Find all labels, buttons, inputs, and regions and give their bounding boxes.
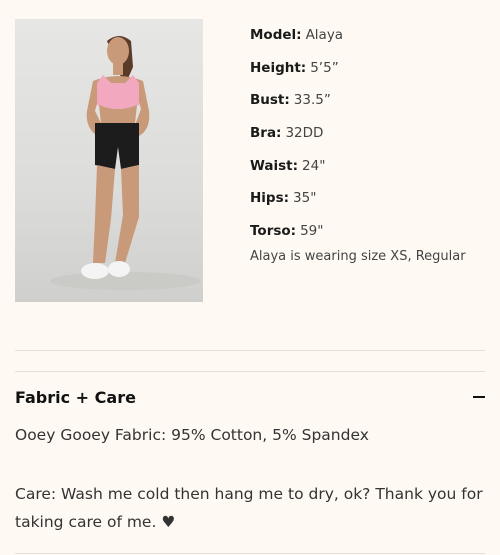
- divider: [15, 553, 485, 554]
- measurement-value: 24": [302, 157, 326, 174]
- measurement-label: Hips:: [250, 190, 290, 207]
- measurement-value: 59": [300, 222, 324, 239]
- measurement-value: 33.5”: [293, 92, 331, 109]
- measurement-label: Bust:: [250, 92, 290, 109]
- measurement-value: 5’5”: [310, 59, 339, 76]
- divider: [15, 371, 485, 372]
- fabric-care-title: Fabric + Care: [15, 387, 136, 407]
- minus-icon[interactable]: [473, 391, 485, 403]
- measurement-bust: Bust: 33.5”: [250, 84, 490, 117]
- measurement-label: Waist:: [250, 157, 299, 174]
- fabric-care-accordion-header[interactable]: Fabric + Care: [15, 383, 485, 411]
- measurement-hips: Hips: 35": [250, 182, 490, 215]
- measurement-height: Height: 5’5”: [250, 52, 490, 85]
- measurement-label: Bra:: [250, 125, 282, 142]
- model-photo: [15, 19, 203, 302]
- measurement-torso: Torso: 59": [250, 215, 490, 248]
- measurement-value: 35": [293, 190, 317, 207]
- divider: [15, 350, 485, 351]
- care-instructions: Care: Wash me cold then hang me to dry, …: [15, 485, 483, 531]
- fabric-composition: Ooey Gooey Fabric: 95% Cotton, 5% Spande…: [15, 426, 369, 444]
- model-figure-illustration: [50, 36, 200, 290]
- measurement-bra: Bra: 32DD: [250, 117, 490, 150]
- measurement-label: Model:: [250, 27, 302, 44]
- measurement-model: Model: Alaya: [250, 19, 490, 52]
- measurement-value: Alaya: [305, 27, 344, 44]
- measurement-waist: Waist: 24": [250, 149, 490, 182]
- measurement-value: 32DD: [285, 125, 324, 142]
- measurement-label: Height:: [250, 59, 307, 76]
- model-measurements: Model: Alaya Height: 5’5” Bust: 33.5” Br…: [250, 19, 490, 247]
- measurement-label: Torso:: [250, 222, 297, 239]
- size-worn-note: Alaya is wearing size XS, Regular: [250, 249, 466, 264]
